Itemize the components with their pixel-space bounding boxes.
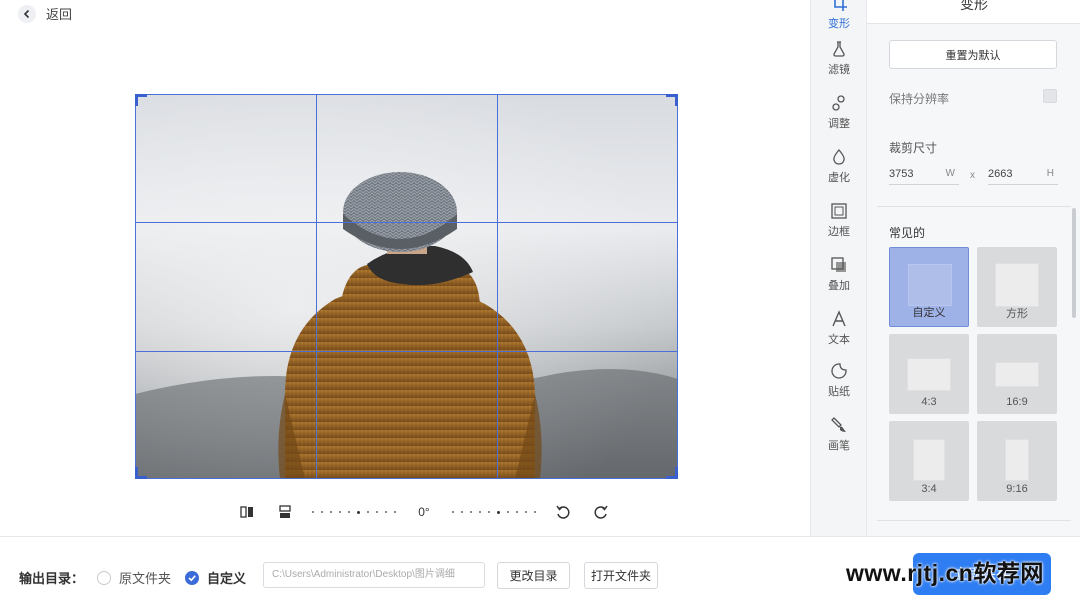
times-sign: x (970, 170, 975, 181)
tool-brush[interactable]: 画笔 (811, 416, 867, 453)
preset-9-16[interactable]: 9:16 (977, 421, 1057, 501)
crop-width-value: 3753 (889, 167, 914, 180)
radio-unchecked-icon (97, 570, 111, 585)
radio-label: 原文件夹 (119, 571, 172, 586)
overlay-icon (831, 257, 846, 272)
crop-width-input[interactable]: 3753 W (889, 163, 959, 185)
sticker-icon (831, 363, 847, 379)
tool-overlay[interactable]: 叠加 (811, 256, 867, 293)
crop-height-unit: H (1046, 168, 1054, 179)
preset-label: 方形 (1006, 308, 1028, 320)
flip-vertical-icon[interactable] (274, 501, 296, 523)
preset-square[interactable]: 方形 (977, 247, 1057, 327)
output-footer: 输出目录： 原文件夹 自定义 C:\Users\Administrator\De… (0, 536, 1080, 611)
crop-handle-bottom-right[interactable] (666, 467, 678, 479)
crop-handle-bottom-left[interactable] (135, 467, 147, 479)
preset-shape (907, 358, 951, 391)
tool-sticker[interactable]: 贴纸 (811, 362, 867, 399)
rotate-right-icon[interactable] (590, 501, 612, 523)
preset-shape (995, 263, 1039, 307)
crop-handle-top-left[interactable] (135, 94, 147, 106)
photo-editor-window: 返回 0° 变形 滤镜 调整 虚化 边框 叠加 文本 贴纸 画笔 变形 重置为默… (0, 0, 1080, 611)
crop-border (135, 94, 678, 479)
preset-custom[interactable]: 自定义 (889, 247, 969, 327)
back-label: 返回 (46, 7, 73, 22)
tool-label: 边框 (828, 226, 850, 238)
crop-height-input[interactable]: 2663 H (988, 163, 1058, 185)
preset-label: 4:3 (921, 396, 937, 408)
tool-filter[interactable]: 滤镜 (811, 40, 867, 77)
crop-width-unit: W (945, 168, 955, 179)
angle-value: 0° (418, 505, 430, 519)
output-dir-label: 输出目录： (19, 571, 85, 586)
preset-shape (913, 439, 945, 481)
tool-label: 画笔 (828, 440, 850, 452)
radio-label: 自定义 (207, 571, 247, 586)
panel-title: 变形 (960, 0, 988, 12)
tool-label: 文本 (828, 334, 850, 346)
preset-label: 16:9 (1006, 396, 1028, 408)
tool-label: 叠加 (828, 280, 850, 292)
tool-border[interactable]: 边框 (811, 202, 867, 239)
radio-checked-icon (185, 570, 199, 585)
preset-shape (908, 264, 952, 306)
divider (877, 206, 1071, 207)
crop-handle-top-right[interactable] (666, 94, 678, 106)
crop-size-label: 裁剪尺寸 (889, 141, 938, 155)
tool-blur[interactable]: 虚化 (811, 148, 867, 185)
frame-icon (831, 203, 847, 219)
tool-label: 虚化 (828, 172, 850, 184)
brush-icon (831, 417, 846, 432)
rotation-toolbar: 0° (236, 500, 612, 524)
keep-resolution-label: 保持分辨率 (889, 92, 950, 106)
preset-shape (1005, 439, 1029, 481)
panel-header: 变形 (867, 0, 1080, 24)
preset-label: 3:4 (921, 483, 937, 495)
tool-rail: 变形 滤镜 调整 虚化 边框 叠加 文本 贴纸 画笔 (810, 0, 866, 536)
open-folder-button[interactable]: 打开文件夹 (584, 562, 658, 589)
reset-default-button[interactable]: 重置为默认 (889, 40, 1057, 69)
chevron-left-icon (18, 4, 36, 23)
rotate-left-icon[interactable] (552, 501, 574, 523)
drop-icon (833, 149, 845, 165)
image-canvas[interactable] (135, 94, 678, 479)
preset-16-9[interactable]: 16:9 (977, 334, 1057, 414)
text-icon (832, 310, 846, 327)
crop-icon (834, 0, 847, 11)
flip-horizontal-icon[interactable] (236, 501, 258, 523)
tool-label: 滤镜 (828, 64, 850, 76)
tool-label: 变形 (828, 18, 850, 30)
tool-label: 调整 (828, 118, 850, 130)
output-path-field[interactable]: C:\Users\Administrator\Desktop\图片调细 (263, 562, 485, 588)
common-presets-label: 常见的 (889, 226, 926, 240)
tool-adjust[interactable]: 调整 (811, 94, 867, 131)
change-dir-button[interactable]: 更改目录 (497, 562, 570, 589)
preset-label: 9:16 (1006, 483, 1028, 495)
keep-resolution-checkbox[interactable] (1043, 89, 1057, 103)
back-button[interactable]: 返回 (18, 4, 72, 23)
properties-panel: 变形 重置为默认 保持分辨率 裁剪尺寸 3753 W x 2663 H 常见的 … (866, 0, 1080, 536)
preset-shape (995, 362, 1039, 387)
preset-3-4[interactable]: 3:4 (889, 421, 969, 501)
preset-4-3[interactable]: 4:3 (889, 334, 969, 414)
preset-label: 自定义 (912, 307, 946, 319)
flask-icon (833, 41, 845, 57)
tool-transform[interactable]: 变形 (811, 0, 867, 31)
panel-scrollbar[interactable] (1072, 208, 1076, 318)
angle-slider-left[interactable] (312, 510, 396, 514)
angle-slider-right[interactable] (452, 510, 536, 514)
watermark-text: www.rjtj.cn软荐网 (846, 560, 1044, 586)
divider (877, 520, 1071, 521)
adjust-icon (832, 95, 845, 111)
crop-height-value: 2663 (988, 167, 1013, 180)
radio-custom-folder[interactable]: 自定义 (185, 568, 246, 587)
tool-text[interactable]: 文本 (811, 310, 867, 347)
tool-label: 贴纸 (828, 386, 850, 398)
radio-original-folder[interactable]: 原文件夹 (97, 568, 171, 587)
